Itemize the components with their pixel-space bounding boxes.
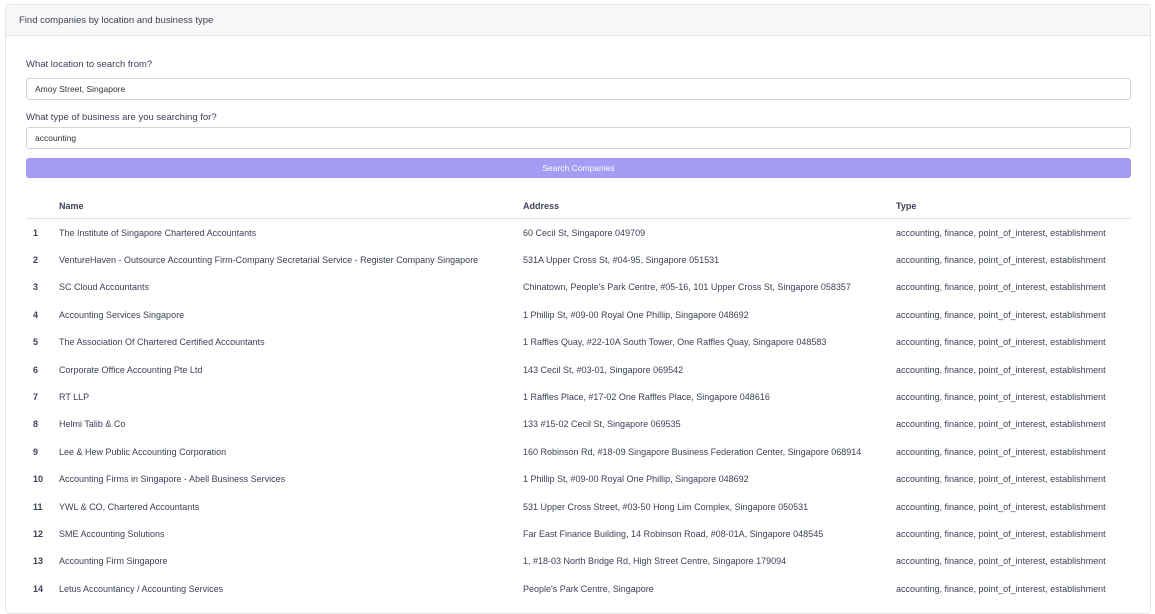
- row-number: 4: [33, 309, 39, 320]
- row-number: 9: [33, 446, 39, 457]
- company-name: Accounting Services Singapore: [59, 309, 185, 320]
- table-row: 12 SME Accounting Solutions Far East Finan…: [26, 520, 1131, 547]
- results-table-header: Name Address Type: [26, 193, 1131, 219]
- search-companies-button[interactable]: Search Companies: [26, 158, 1131, 178]
- row-number: 1: [33, 227, 39, 238]
- row-number: 10: [33, 474, 44, 485]
- table-row: 3 SC Cloud Accountants Chinatown, People's…: [26, 274, 1131, 301]
- header-row: Name Address Type: [26, 193, 1131, 219]
- search-card: Find companies by location and business …: [5, 4, 1151, 614]
- company-type: accounting, finance, point_of_interest, …: [896, 583, 1106, 594]
- company-name: Lee & Hew Public Accounting Corporation: [59, 446, 227, 457]
- company-address: 531 Upper Cross Street, #03-50 Hong Lim …: [523, 501, 809, 512]
- row-number: 3: [33, 282, 39, 293]
- company-type: accounting, finance, point_of_interest, …: [896, 227, 1106, 238]
- column-header-address: Address: [523, 193, 896, 219]
- row-number: 5: [33, 337, 39, 348]
- company-name: Accounting Firm Singapore: [59, 556, 168, 567]
- company-type: accounting, finance, point_of_interest, …: [896, 392, 1106, 403]
- company-address: 1, #18-03 North Bridge Rd, High Street C…: [523, 556, 787, 567]
- table-row: 1 The Institute of Singapore Chartered Ac…: [26, 219, 1131, 247]
- company-name: Letus Accountancy / Accounting Services: [59, 583, 224, 594]
- column-header-name: Name: [59, 193, 523, 219]
- table-row: 5 The Association Of Chartered Certified …: [26, 329, 1131, 356]
- company-name: SC Cloud Accountants: [59, 282, 150, 293]
- company-name: Helmi Talib & Co: [59, 419, 126, 430]
- company-name: VentureHaven - Outsource Accounting Firm…: [59, 255, 479, 266]
- company-type: accounting, finance, point_of_interest, …: [896, 528, 1106, 539]
- company-type: accounting, finance, point_of_interest, …: [896, 474, 1106, 485]
- row-number: 11: [33, 501, 43, 512]
- company-address: 133 #15-02 Cecil St, Singapore 069535: [523, 419, 681, 430]
- table-row: 4 Accounting Services Singapore 1 Phillip …: [26, 301, 1131, 328]
- table-row: 6 Corporate Office Accounting Pte Ltd 143 …: [26, 356, 1131, 383]
- business-type-label: What type of business are you searching …: [26, 112, 217, 123]
- company-name: Corporate Office Accounting Pte Ltd: [59, 364, 203, 375]
- table-row: 11 YWL & CO, Chartered Accountants 531 Upp…: [26, 493, 1131, 520]
- row-number: 8: [33, 419, 39, 430]
- company-name: The Institute of Singapore Chartered Acc…: [59, 227, 257, 238]
- results-table: Name Address Type 1 The Institute of Sing…: [26, 193, 1131, 602]
- row-number: 2: [33, 255, 39, 266]
- table-row: 8 Helmi Talib & Co 133 #15-02 Cecil St, Si…: [26, 411, 1131, 438]
- table-row: 7 RT LLP 1 Raffles Place, #17-02 One Raffl…: [26, 383, 1131, 410]
- company-address: Far East Finance Building, 14 Robinson R…: [523, 528, 824, 539]
- company-name: The Association Of Chartered Certified A…: [59, 337, 265, 348]
- table-row: 2 VentureHaven - Outsource Accounting Fir…: [26, 246, 1131, 273]
- row-number: 14: [33, 583, 44, 594]
- company-type: accounting, finance, point_of_interest, …: [896, 556, 1106, 567]
- company-address: Chinatown, People's Park Centre, #05-16,…: [523, 282, 851, 293]
- location-label: What location to search from?: [26, 59, 153, 70]
- row-number: 7: [33, 392, 39, 403]
- results-table-body: 1 The Institute of Singapore Chartered Ac…: [26, 219, 1131, 603]
- company-address: 1 Raffles Quay, #22-10A South Tower, One…: [523, 337, 827, 348]
- table-row: 13 Accounting Firm Singapore 1, #18-03 Nor…: [26, 548, 1131, 575]
- table-row: 14 Letus Accountancy / Accounting Service…: [26, 575, 1131, 602]
- location-input[interactable]: [26, 78, 1131, 100]
- company-address: 60 Cecil St, Singapore 049709: [523, 227, 646, 238]
- business-type-input[interactable]: [26, 127, 1131, 149]
- column-header-type: Type: [896, 193, 1131, 219]
- company-name: SME Accounting Solutions: [59, 528, 165, 539]
- company-type: accounting, finance, point_of_interest, …: [896, 282, 1106, 293]
- company-type: accounting, finance, point_of_interest, …: [896, 501, 1106, 512]
- company-name: YWL & CO, Chartered Accountants: [59, 501, 200, 512]
- company-address: 1 Raffles Place, #17-02 One Raffles Plac…: [523, 392, 770, 403]
- company-address: 143 Cecil St, #03-01, Singapore 069542: [523, 364, 684, 375]
- table-row: 10 Accounting Firms in Singapore - Abell …: [26, 466, 1131, 493]
- company-address: 160 Robinson Rd, #18-09 Singapore Busine…: [523, 446, 862, 457]
- company-address: 531A Upper Cross St, #04-95, Singapore 0…: [523, 255, 720, 266]
- company-name: Accounting Firms in Singapore - Abell Bu…: [59, 474, 286, 485]
- row-number: 6: [33, 364, 39, 375]
- company-name: RT LLP: [59, 392, 90, 403]
- card-header-title: Find companies by location and business …: [6, 5, 1150, 36]
- column-header-number: [26, 193, 59, 219]
- company-type: accounting, finance, point_of_interest, …: [896, 364, 1106, 375]
- company-address: People's Park Centre, Singapore: [523, 583, 654, 594]
- company-type: accounting, finance, point_of_interest, …: [896, 309, 1106, 320]
- table-row: 9 Lee & Hew Public Accounting Corporation…: [26, 438, 1131, 465]
- row-number: 13: [33, 556, 44, 567]
- company-address: 1 Phillip St, #09-00 Royal One Phillip, …: [523, 309, 749, 320]
- company-type: accounting, finance, point_of_interest, …: [896, 255, 1106, 266]
- row-number: 12: [33, 528, 44, 539]
- company-type: accounting, finance, point_of_interest, …: [896, 446, 1106, 457]
- company-type: accounting, finance, point_of_interest, …: [896, 337, 1106, 348]
- company-type: accounting, finance, point_of_interest, …: [896, 419, 1106, 430]
- company-address: 1 Phillip St, #09-00 Royal One Phillip, …: [523, 474, 749, 485]
